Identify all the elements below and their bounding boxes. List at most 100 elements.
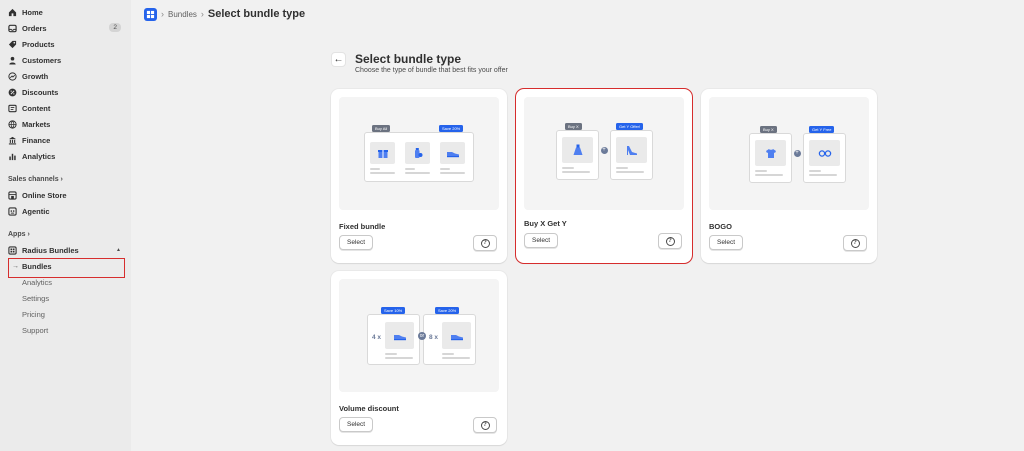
buy-x-get-y-illustration: Buy X Get Y Offer! + [524,97,684,210]
bogo-illustration: Buy X Get Y Free + [709,97,869,210]
nav-label: Products [22,39,55,49]
tag-buy-all: Buy All [372,125,391,132]
bundles-highlight [8,258,125,278]
select-button[interactable]: Select [524,233,559,248]
growth-icon [8,71,17,81]
nav-label: Discounts [22,87,59,97]
chevron-right-icon: › [27,230,30,238]
store-icon [8,190,17,200]
home-icon [8,8,17,17]
nav-products[interactable]: Products [0,36,131,52]
card-fixed-bundle[interactable]: Buy All Save 20% Fixed bundle Select ? [331,89,507,263]
nav-label: Home [22,7,43,17]
page-subtitle: Choose the type of bundle that best fits… [355,67,508,74]
sales-channels-header[interactable]: Sales channels › [0,171,131,187]
shoe-icon [440,142,465,164]
nav-label: Agentic [22,206,50,216]
card-bogo[interactable]: Buy X Get Y Free + BOGO Select ? [701,89,877,263]
nav-growth[interactable]: Growth [0,68,131,84]
caret-up-icon: ▲ [116,247,121,253]
help-button[interactable]: ? [473,235,497,251]
help-button[interactable]: ? [658,233,682,249]
sub-item-label: Support [22,325,49,335]
nav-customers[interactable]: Customers [0,52,131,68]
nav-home[interactable]: Home [0,4,131,20]
sub-item-settings[interactable]: Settings [0,290,131,306]
nav-markets[interactable]: Markets [0,116,131,132]
nav-label: Orders [22,23,47,33]
shirt-icon [755,140,786,166]
tag-buy-x: Buy X [565,123,582,130]
sales-channels-label: Sales channels [8,175,59,183]
nav-radius-bundles[interactable]: Radius Bundles ▲ [0,242,131,258]
dress-icon [562,137,593,163]
sub-item-support[interactable]: Support [0,322,131,338]
nav-label: Customers [22,55,62,65]
nav-label: Content [22,103,51,113]
nav-label: Growth [22,71,49,81]
question-icon: ? [480,238,490,248]
content-icon [8,104,17,113]
sunglasses-icon [809,140,840,166]
agentic-icon [8,206,17,216]
chevron-right-icon: › [60,175,63,183]
nav-label: Analytics [22,151,56,161]
nav-discounts[interactable]: Discounts [0,84,131,100]
breadcrumb-current: Select bundle type [207,8,306,20]
question-icon: ? [665,236,675,246]
app-grid-icon [8,245,17,255]
nav-orders[interactable]: Orders 2 [0,20,131,36]
sidebar: Home Orders 2 Products Customers Growth … [0,0,131,451]
sub-item-pricing[interactable]: Pricing [0,306,131,322]
tag-get-y-free: Get Y Free [809,126,835,133]
tag-save-10: Save 10% [381,307,406,314]
sub-item-label: Pricing [22,309,45,319]
tag-save-20: Save 20% [435,307,460,314]
nav-label: Markets [22,119,51,129]
fixed-bundle-illustration: Buy All Save 20% [339,97,499,210]
help-button[interactable]: ? [843,235,867,251]
nav-content[interactable]: Content [0,100,131,116]
nav-analytics[interactable]: Analytics [0,148,131,164]
volume-discount-illustration: Save 10% Save 20% 4 x 8 x or [339,279,499,392]
nav-label: Radius Bundles [22,245,79,255]
tag-buy-x: Buy X [760,126,777,133]
question-icon: ? [850,238,860,248]
orders-count-badge: 2 [109,23,121,32]
select-button[interactable]: Select [709,235,744,250]
nav-label: Finance [22,135,51,145]
page-title: Select bundle type [355,52,462,66]
person-icon [8,56,17,65]
chevron-right-icon: › [161,9,164,19]
apps-header[interactable]: Apps › [0,226,131,242]
card-title: Volume discount [339,404,399,413]
shoe-icon [385,322,414,349]
nav-label: Online Store [22,190,67,200]
nav-online-store[interactable]: Online Store [0,187,131,203]
inbox-icon [8,24,17,33]
breadcrumb-parent[interactable]: Bundles [168,10,197,19]
plus-icon: + [600,147,608,154]
tag-get-y-offer: Get Y Offer! [616,123,644,130]
help-button[interactable]: ? [473,417,497,433]
nav-finance[interactable]: Finance [0,132,131,148]
tag-save: Save 20% [439,125,464,132]
sub-item-label: Settings [22,293,50,303]
card-volume-discount[interactable]: Save 10% Save 20% 4 x 8 x or Volume disc… [331,271,507,445]
question-icon: ? [480,420,490,430]
card-buy-x-get-y[interactable]: Buy X Get Y Offer! + Buy X Get Y Select … [515,88,693,264]
select-button[interactable]: Select [339,235,374,250]
plus-icon: + [793,150,801,157]
select-button[interactable]: Select [339,417,374,432]
or-icon: or [418,332,426,340]
app-logo-icon[interactable] [144,7,157,21]
card-title: Fixed bundle [339,222,386,231]
shoe-icon [442,322,471,349]
quantity-8: 8 x [429,334,439,341]
nav-agentic[interactable]: Agentic [0,203,131,219]
back-button[interactable]: ← [331,52,346,67]
card-title: BOGO [709,222,732,231]
apps-label: Apps [8,230,26,238]
breadcrumb: › Bundles › Select bundle type [144,6,305,22]
bank-icon [8,136,17,145]
